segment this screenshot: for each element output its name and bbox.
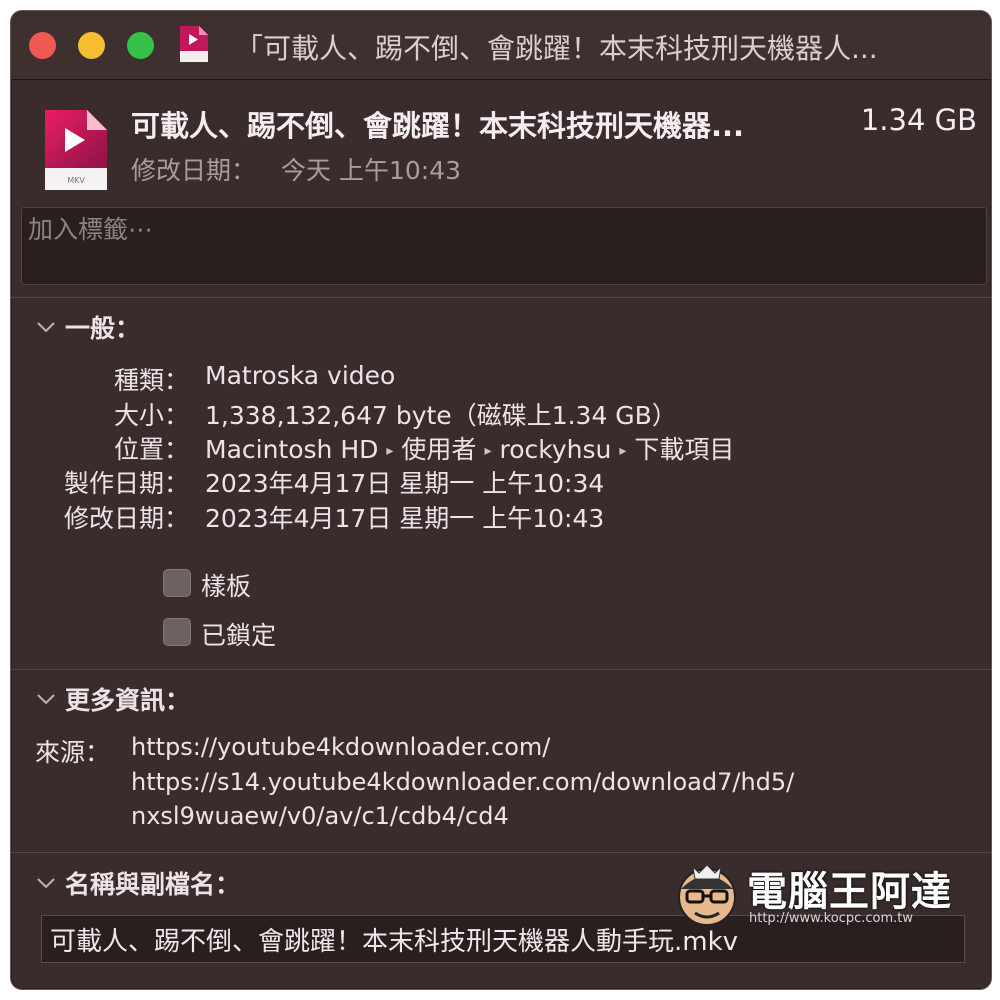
mascot-logo-icon xyxy=(678,864,736,926)
section-general-toggle[interactable]: 一般： xyxy=(35,309,140,345)
file-size: 1.34 GB xyxy=(860,103,977,137)
where-path: Macintosh HD ▸ 使用者 ▸ rockyhsu ▸ 下載項目 xyxy=(205,430,734,466)
get-info-window: 「可載人、踢不倒、會跳躍！本末科技刑天機器人... MKV 可載人、踢不倒、會跳… xyxy=(10,10,992,990)
section-more-info-heading: 更多資訊： xyxy=(65,686,191,715)
divider xyxy=(11,297,991,298)
locked-checkbox[interactable] xyxy=(163,618,191,646)
path-segment[interactable]: 下載項目 xyxy=(634,435,734,464)
chevron-down-icon xyxy=(37,322,55,333)
source-url: nxsl9wuaew/v0/av/c1/cdb4/cd4 xyxy=(131,802,509,830)
modified-value: 今天 上午10:43 xyxy=(281,156,461,185)
path-arrow-icon: ▸ xyxy=(386,443,394,459)
modified-label: 修改日期： xyxy=(131,156,257,185)
size-label: 大小： xyxy=(113,401,189,430)
title-bar[interactable]: 「可載人、踢不倒、會跳躍！本末科技刑天機器人... xyxy=(11,11,991,80)
watermark-text: 電腦王阿達 xyxy=(747,869,952,915)
name-extension-value: 可載人、踢不倒、會跳躍！本末科技刑天機器人動手玩.mkv xyxy=(50,927,739,957)
source-label: 來源： xyxy=(35,738,111,767)
path-arrow-icon: ▸ xyxy=(619,443,627,459)
size-value: 1,338,132,647 byte（磁碟上1.34 GB） xyxy=(205,401,677,430)
chevron-down-icon xyxy=(37,878,55,889)
kind-value: Matroska video xyxy=(205,361,396,390)
section-more-info-toggle[interactable]: 更多資訊： xyxy=(35,681,190,717)
modified-date-label: 修改日期： xyxy=(63,504,189,533)
path-segment[interactable]: Macintosh HD xyxy=(205,435,378,464)
divider xyxy=(11,852,991,853)
mkv-badge: MKV xyxy=(67,176,85,185)
stationery-label: 樣板 xyxy=(201,572,252,601)
mkv-file-icon xyxy=(180,26,208,62)
close-button[interactable] xyxy=(29,32,56,59)
divider xyxy=(11,669,991,670)
created-label: 製作日期： xyxy=(63,469,189,498)
mkv-file-icon: MKV xyxy=(45,110,107,190)
section-name-ext-heading: 名稱與副檔名： xyxy=(65,870,241,899)
file-name: 可載人、踢不倒、會跳躍！本末科技刑天機器... xyxy=(131,109,745,143)
watermark: 電腦王阿達 http://www.kocpc.com.tw xyxy=(671,859,971,933)
where-label: 位置： xyxy=(113,435,189,464)
section-name-ext-toggle[interactable]: 名稱與副檔名： xyxy=(35,865,240,901)
minimize-button[interactable] xyxy=(78,32,105,59)
window-title: 「可載人、踢不倒、會跳躍！本末科技刑天機器人... xyxy=(235,32,878,65)
chevron-down-icon xyxy=(37,694,55,705)
path-arrow-icon: ▸ xyxy=(484,443,492,459)
tags-placeholder: 加入標籤⋯ xyxy=(28,215,154,244)
created-value: 2023年4月17日 星期一 上午10:34 xyxy=(205,469,605,498)
modified-date-value: 2023年4月17日 星期一 上午10:43 xyxy=(205,504,605,533)
path-segment[interactable]: 使用者 xyxy=(401,435,476,464)
kind-label: 種類： xyxy=(113,366,189,395)
stationery-checkbox[interactable] xyxy=(163,569,191,597)
tags-input[interactable]: 加入標籤⋯ xyxy=(21,207,987,285)
zoom-button[interactable] xyxy=(127,32,154,59)
locked-label: 已鎖定 xyxy=(201,621,277,650)
path-segment[interactable]: rockyhsu xyxy=(499,435,611,464)
section-general-heading: 一般： xyxy=(65,314,141,343)
source-url: https://youtube4kdownloader.com/ xyxy=(131,733,551,761)
watermark-url: http://www.kocpc.com.tw xyxy=(749,911,913,926)
source-url: https://s14.youtube4kdownloader.com/down… xyxy=(131,768,795,796)
